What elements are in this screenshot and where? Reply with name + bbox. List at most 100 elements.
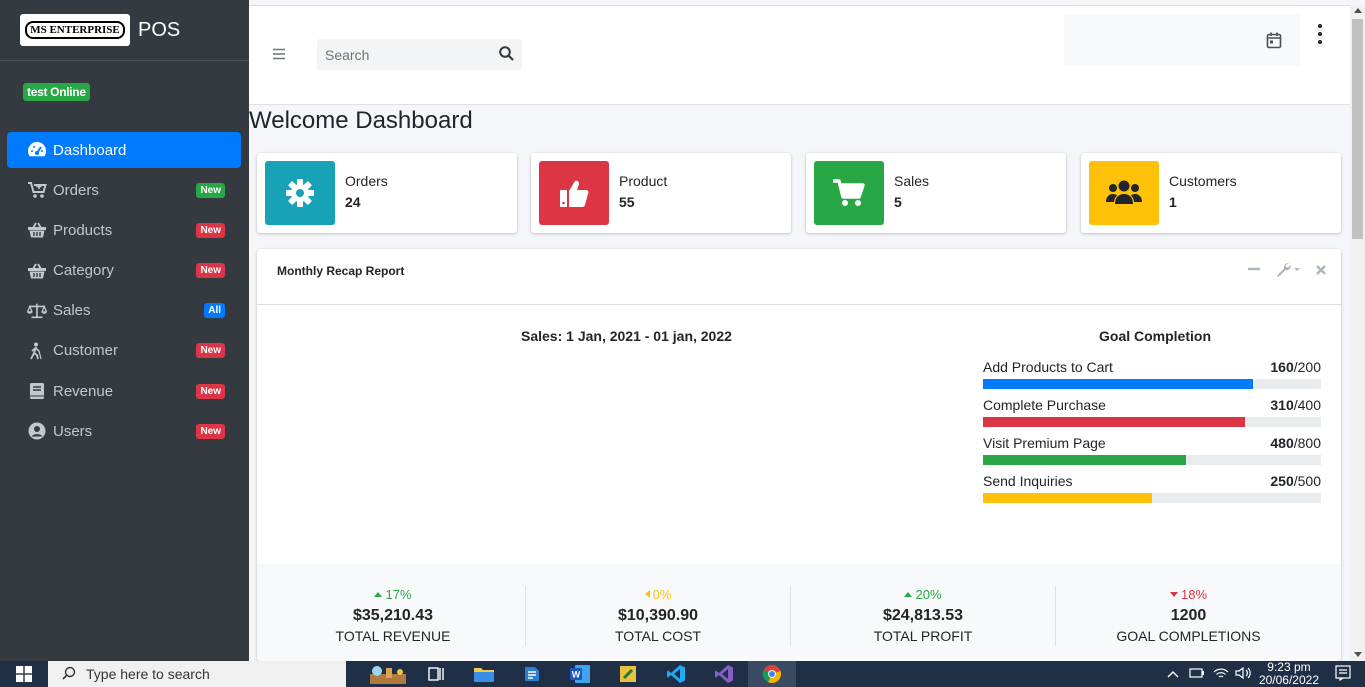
hamburger-menu-icon[interactable] <box>272 44 286 65</box>
more-options-icon[interactable] <box>1313 24 1327 44</box>
chevron-up-icon[interactable] <box>1167 667 1179 681</box>
goal-label: Complete Purchase <box>983 397 1106 413</box>
page-scrollbar[interactable] <box>1350 5 1365 661</box>
wifi-icon[interactable] <box>1213 667 1229 682</box>
search-input[interactable] <box>325 46 490 63</box>
task-view-icon[interactable] <box>412 661 460 687</box>
sidebar-item-orders[interactable]: Orders New <box>7 172 241 208</box>
taskbar-clock[interactable]: 9:23 pm 20/06/2022 <box>1259 661 1319 687</box>
scroll-up-icon[interactable] <box>1354 8 1362 13</box>
scrollbar-thumb[interactable] <box>1352 19 1363 239</box>
chart-title: Sales: 1 Jan, 2021 - 01 jan, 2022 <box>521 328 732 344</box>
scroll-down-icon[interactable] <box>1354 652 1362 657</box>
card-title: Monthly Recap Report <box>277 264 405 278</box>
description-block-profit: 20% $24,813.53 TOTAL PROFIT <box>791 586 1056 646</box>
goal-row: Visit Premium Page 480/800 <box>983 435 1321 453</box>
goal-value: 480/800 <box>1270 435 1321 451</box>
notifications-icon[interactable] <box>1335 664 1351 684</box>
progress-bar <box>983 455 1321 465</box>
progress-fill <box>983 417 1245 427</box>
card-footer: 17% $35,210.43 TOTAL REVENUE 0% $10,390.… <box>257 564 1341 661</box>
sidebar-item-dashboard[interactable]: Dashboard <box>7 132 241 168</box>
caret-up-icon <box>374 591 383 597</box>
sidebar-item-label: Category <box>53 262 114 280</box>
new-badge: New <box>196 222 225 238</box>
brand-text: POS <box>138 18 181 41</box>
sidebar-item-label: Customer <box>53 342 119 360</box>
visual-studio-icon[interactable] <box>700 661 748 687</box>
info-box-product[interactable]: Product 55 <box>531 153 791 233</box>
collapse-icon[interactable] <box>1247 262 1261 281</box>
description-block-goals: 18% 1200 GOAL COMPLETIONS <box>1056 586 1321 646</box>
goal-value: 250/500 <box>1270 473 1321 489</box>
info-box-label: Product <box>619 173 668 189</box>
wrench-dropdown-icon[interactable] <box>1275 261 1301 282</box>
taskbar-search[interactable]: Type here to search <box>48 661 346 687</box>
info-box-orders[interactable]: Orders 24 <box>257 153 517 233</box>
clock-date: 20/06/2022 <box>1258 673 1319 687</box>
goal-progress-group: Add Products to Cart 160/200 <box>983 359 1321 389</box>
dashboard-gauge-icon <box>27 140 47 160</box>
goal-progress-group: Complete Purchase 310/400 <box>983 397 1321 427</box>
gear-icon <box>265 161 335 225</box>
system-tray: 9:23 pm 20/06/2022 <box>1167 661 1365 687</box>
word-icon[interactable]: W <box>556 661 604 687</box>
progress-bar <box>983 417 1321 427</box>
brand-logo-text: MS ENTERPRISE <box>25 21 125 39</box>
sidebar-item-sales[interactable]: Sales All <box>7 293 241 329</box>
new-badge: New <box>196 423 225 439</box>
users-icon <box>1089 161 1159 225</box>
sidebar-item-label: Sales <box>53 302 91 320</box>
taskbar-search-text: Type here to search <box>86 666 210 682</box>
sidebar-item-customer[interactable]: Customer New <box>7 333 241 369</box>
all-badge: All <box>204 303 225 319</box>
card-tools <box>1247 261 1327 282</box>
taskbar-apps: W <box>364 661 796 687</box>
progress-fill <box>983 493 1152 503</box>
battery-icon[interactable] <box>1189 667 1205 682</box>
goal-row: Send Inquiries 250/500 <box>983 473 1321 491</box>
sidebar-item-label: Orders <box>53 181 99 199</box>
sidebar-item-label: Dashboard <box>53 141 127 159</box>
sidebar-nav: Dashboard Orders New Products New Catego… <box>7 132 241 454</box>
shopping-cart-icon <box>814 161 884 225</box>
date-picker[interactable] <box>1064 14 1300 66</box>
user-circle-icon <box>27 421 47 441</box>
info-box-sales[interactable]: Sales 5 <box>806 153 1066 233</box>
info-box-customers[interactable]: Customers 1 <box>1081 153 1341 233</box>
sidebar-item-category[interactable]: Category New <box>7 253 241 289</box>
caret-up-icon <box>904 591 913 597</box>
progress-fill <box>983 455 1186 465</box>
close-icon[interactable] <box>1315 263 1327 281</box>
svg-text:W: W <box>572 670 581 680</box>
windows-start-icon[interactable] <box>0 661 48 687</box>
sidebar-item-revenue[interactable]: Revenue New <box>7 373 241 409</box>
description-block-cost: 0% $10,390.90 TOTAL COST <box>526 586 791 646</box>
goal-label: Add Products to Cart <box>983 359 1113 375</box>
calendar-icon[interactable] <box>1266 32 1282 54</box>
goal-row: Complete Purchase 310/400 <box>983 397 1321 415</box>
search-icon[interactable] <box>499 46 514 66</box>
thumbs-up-icon <box>539 161 609 225</box>
brand-logo: MS ENTERPRISE <box>20 14 130 46</box>
goal-value: 310/400 <box>1270 397 1321 413</box>
info-box-value: 5 <box>894 194 902 210</box>
volume-icon[interactable] <box>1235 666 1251 682</box>
description-block-revenue: 17% $35,210.43 TOTAL REVENUE <box>261 586 526 646</box>
app-icon[interactable] <box>508 661 556 687</box>
description-amount: $10,390.90 <box>617 607 699 624</box>
walking-person-icon <box>27 341 47 361</box>
chrome-icon[interactable] <box>748 661 796 687</box>
sidebar-item-label: Users <box>53 422 93 440</box>
search-box <box>317 39 522 70</box>
sidebar-item-users[interactable]: Users New <box>7 413 241 449</box>
description-label: TOTAL PROFIT <box>873 628 973 644</box>
sidebar-item-products[interactable]: Products New <box>7 212 241 248</box>
file-explorer-icon[interactable] <box>460 661 508 687</box>
new-badge: New <box>196 343 225 359</box>
app-icon[interactable] <box>604 661 652 687</box>
top-navbar <box>249 5 1350 105</box>
vscode-icon[interactable] <box>652 661 700 687</box>
weather-widget-icon[interactable] <box>364 661 412 687</box>
brand[interactable]: MS ENTERPRISE POS <box>0 0 249 61</box>
